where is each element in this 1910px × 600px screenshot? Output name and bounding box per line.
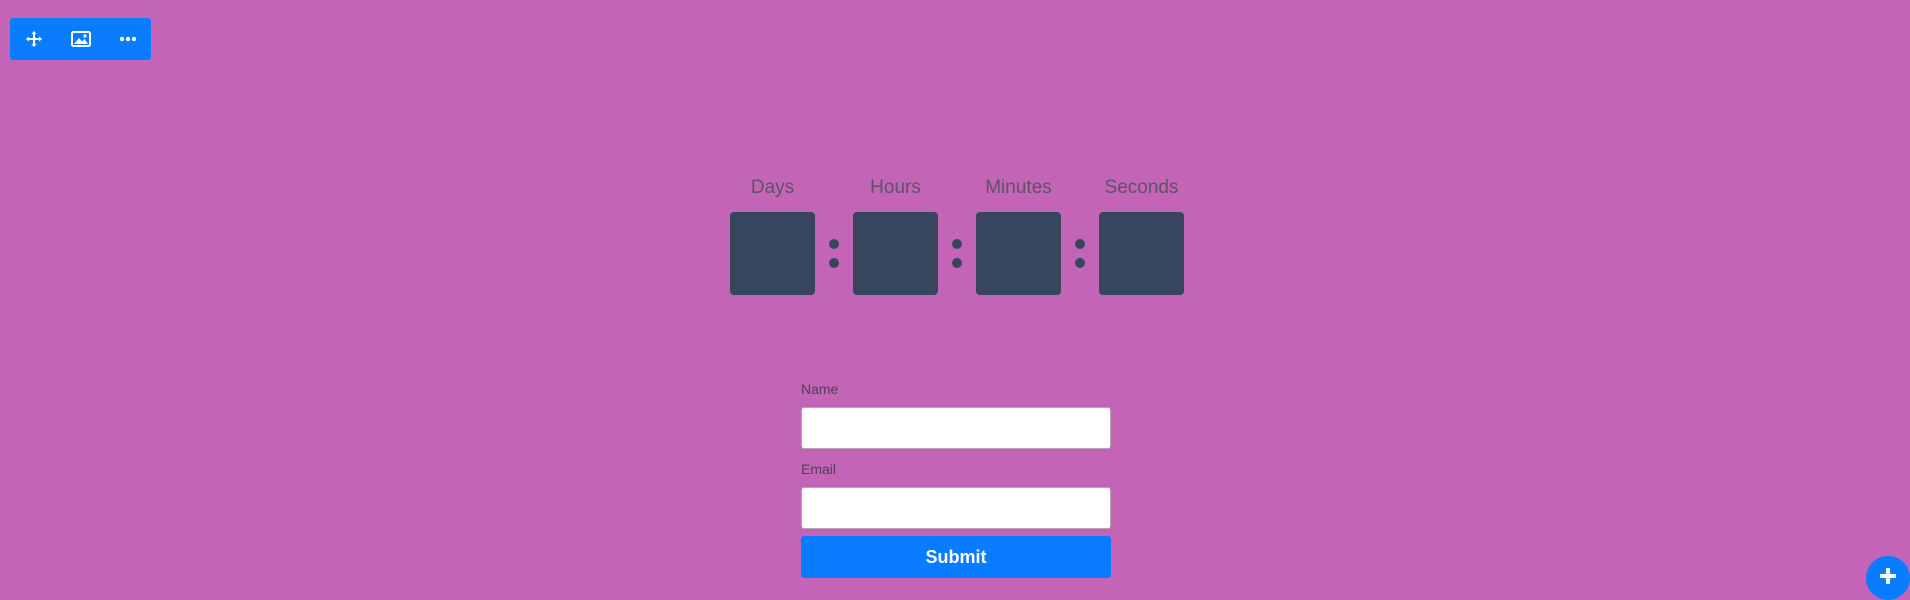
plus-icon <box>1878 566 1898 591</box>
countdown-seconds: Seconds <box>1099 176 1184 295</box>
add-section-button[interactable] <box>1866 556 1910 600</box>
seconds-label: Seconds <box>1104 177 1179 198</box>
more-options-button[interactable] <box>104 18 151 60</box>
countdown-minutes: Minutes <box>976 176 1061 295</box>
countdown-separator <box>815 212 853 295</box>
countdown-separator <box>1061 212 1099 295</box>
more-icon <box>119 36 137 42</box>
countdown-hours: Hours <box>853 176 938 295</box>
hours-value <box>853 212 938 295</box>
minutes-value <box>976 212 1061 295</box>
separator-dot <box>829 258 839 268</box>
seconds-value <box>1099 212 1184 295</box>
minutes-label: Minutes <box>985 177 1052 198</box>
move-icon <box>25 31 42 47</box>
image-button[interactable] <box>57 18 104 60</box>
countdown-timer: Days Hours Minutes Seconds <box>730 176 1184 295</box>
name-input[interactable] <box>801 407 1111 449</box>
editor-toolbar <box>10 18 151 60</box>
separator-dot <box>829 239 839 249</box>
name-label: Name <box>801 381 839 397</box>
separator-dot <box>952 258 962 268</box>
separator-dot <box>1075 239 1085 249</box>
hours-label: Hours <box>870 177 921 198</box>
email-input[interactable] <box>801 487 1111 529</box>
separator-dot <box>952 239 962 249</box>
submit-button[interactable]: Submit <box>801 536 1111 578</box>
days-label: Days <box>750 177 795 198</box>
separator-dot <box>1075 258 1085 268</box>
email-label: Email <box>801 461 837 477</box>
countdown-separator <box>938 212 976 295</box>
days-value <box>730 212 815 295</box>
signup-form: Name Email Submit <box>801 380 1111 578</box>
image-icon <box>70 31 91 47</box>
move-button[interactable] <box>10 18 57 60</box>
countdown-days: Days <box>730 176 815 295</box>
